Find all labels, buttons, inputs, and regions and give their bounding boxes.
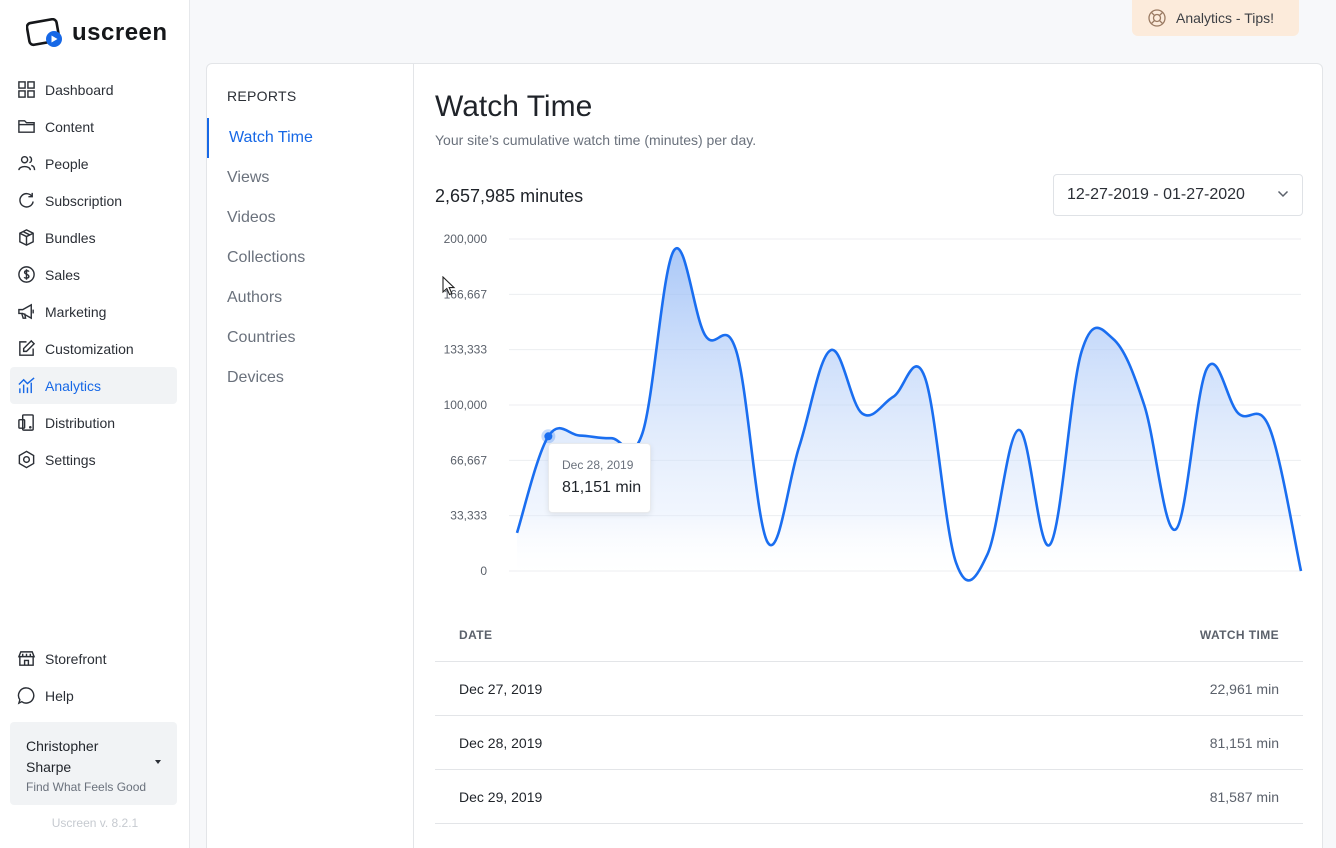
sidebar-item-label: Distribution — [45, 414, 116, 431]
sidebar-item-subscription[interactable]: Subscription — [10, 182, 177, 219]
sidebar-item-help[interactable]: Help — [10, 677, 177, 714]
row-date: Dec 27, 2019 — [459, 680, 543, 697]
refresh-icon — [19, 192, 34, 208]
report-tab-authors[interactable]: Authors — [207, 278, 413, 318]
sidebar-item-label: Dashboard — [45, 81, 114, 98]
devices-icon — [18, 414, 34, 431]
column-header-watch-time[interactable]: WATCH TIME — [1200, 628, 1279, 642]
analytics-tips-button[interactable]: Analytics - Tips! — [1132, 0, 1299, 36]
sidebar-item-sales[interactable]: Sales — [10, 256, 177, 293]
sidebar-item-label: Content — [45, 118, 95, 135]
table-row: Dec 28, 2019 81,151 min — [435, 716, 1303, 770]
tooltip-date: Dec 28, 2019 — [562, 458, 634, 472]
box-icon — [19, 229, 34, 246]
watch-time-table: DATE WATCH TIME Dec 27, 2019 22,961 min … — [435, 608, 1303, 824]
grid-icon — [18, 81, 35, 98]
chart-tooltip: Dec 28, 2019 81,151 min — [548, 443, 651, 513]
tooltip-value: 81,151 min — [562, 479, 642, 496]
report-tab-collections[interactable]: Collections — [207, 238, 413, 278]
tips-label: Analytics - Tips! — [1176, 10, 1275, 26]
sidebar-item-label: Customization — [45, 340, 134, 357]
sidebar-item-label: Marketing — [45, 303, 107, 320]
column-header-date[interactable]: DATE — [459, 628, 492, 642]
table-row: Dec 27, 2019 22,961 min — [435, 662, 1303, 716]
app-sidebar: uscreen Dashboard Content People Subscri… — [0, 0, 190, 848]
table-header: DATE WATCH TIME — [435, 608, 1303, 662]
app-version: Uscreen v. 8.2.1 — [51, 816, 139, 830]
sidebar-item-label: Help — [45, 687, 74, 704]
mouse-cursor-icon — [442, 276, 456, 296]
reports-panel: REPORTS Watch Time Views Videos Collecti… — [206, 63, 1323, 848]
caret-down-icon — [155, 760, 161, 764]
date-range-picker[interactable]: 12-27-2019 - 01-27-2020 — [1053, 174, 1303, 216]
report-tab-watch-time[interactable]: Watch Time — [207, 118, 413, 158]
chat-icon — [17, 687, 35, 705]
sidebar-item-bundles[interactable]: Bundles — [10, 219, 177, 256]
user-name: Christopher Sharpe — [26, 738, 99, 775]
sidebar-item-dashboard[interactable]: Dashboard — [10, 71, 177, 108]
page-title: Watch Time — [435, 90, 593, 123]
dollar-icon — [18, 266, 35, 283]
row-watch-time: 22,961 min — [1209, 680, 1279, 697]
megaphone-icon — [18, 303, 34, 320]
total-watch-time: 2,657,985 minutes — [435, 186, 584, 206]
sidebar-item-storefront[interactable]: Storefront — [10, 640, 177, 677]
lifebuoy-icon — [1148, 9, 1166, 27]
edit-icon — [19, 339, 36, 356]
store-icon — [17, 651, 36, 666]
sidebar-item-label: Subscription — [45, 192, 123, 209]
reports-list: Watch Time Views Videos Collections Auth… — [207, 118, 413, 398]
sidebar-nav: Dashboard Content People Subscription Bu… — [10, 71, 177, 478]
sidebar-bottom-nav: Storefront Help — [10, 640, 177, 714]
date-range-value: 12-27-2019 - 01-27-2020 — [1067, 186, 1245, 203]
sidebar-item-settings[interactable]: Settings — [10, 441, 177, 478]
report-tab-videos[interactable]: Videos — [207, 198, 413, 238]
sidebar-item-content[interactable]: Content — [10, 108, 177, 145]
sidebar-item-label: Analytics — [45, 377, 102, 394]
sidebar-item-analytics[interactable]: Analytics — [10, 367, 177, 404]
user-menu[interactable]: Christopher Sharpe Find What Feels Good — [10, 722, 177, 805]
row-watch-time: 81,151 min — [1209, 734, 1279, 751]
reports-heading: REPORTS — [227, 88, 297, 104]
sidebar-item-label: Bundles — [45, 229, 96, 246]
sidebar-item-customization[interactable]: Customization — [10, 330, 177, 367]
row-watch-time: 81,587 min — [1209, 788, 1279, 805]
people-icon — [18, 155, 36, 171]
sidebar-item-marketing[interactable]: Marketing — [10, 293, 177, 330]
sidebar-item-label: Settings — [45, 451, 96, 468]
folder-icon — [18, 120, 35, 133]
sidebar-item-distribution[interactable]: Distribution — [10, 404, 177, 441]
report-tab-countries[interactable]: Countries — [207, 318, 413, 358]
sidebar-item-label: People — [45, 155, 89, 172]
chevron-down-icon — [1277, 190, 1289, 198]
logo-icon — [26, 18, 62, 47]
sidebar-item-label: Sales — [45, 266, 81, 283]
chart-icon — [18, 377, 35, 394]
table-row: Dec 29, 2019 81,587 min — [435, 770, 1303, 824]
reports-subnav: REPORTS Watch Time Views Videos Collecti… — [207, 64, 414, 848]
report-tab-views[interactable]: Views — [207, 158, 413, 198]
logo-text: uscreen — [72, 19, 168, 46]
report-tab-devices[interactable]: Devices — [207, 358, 413, 398]
sidebar-item-people[interactable]: People — [10, 145, 177, 182]
row-date: Dec 28, 2019 — [459, 734, 543, 751]
row-date: Dec 29, 2019 — [459, 788, 543, 805]
hexagon-gear-icon — [18, 450, 35, 469]
page-subtitle: Your site’s cumulative watch time (minut… — [435, 132, 757, 148]
uscreen-logo[interactable]: uscreen — [26, 18, 168, 48]
sidebar-item-label: Storefront — [45, 650, 107, 667]
user-site-name: Find What Feels Good — [26, 780, 147, 794]
